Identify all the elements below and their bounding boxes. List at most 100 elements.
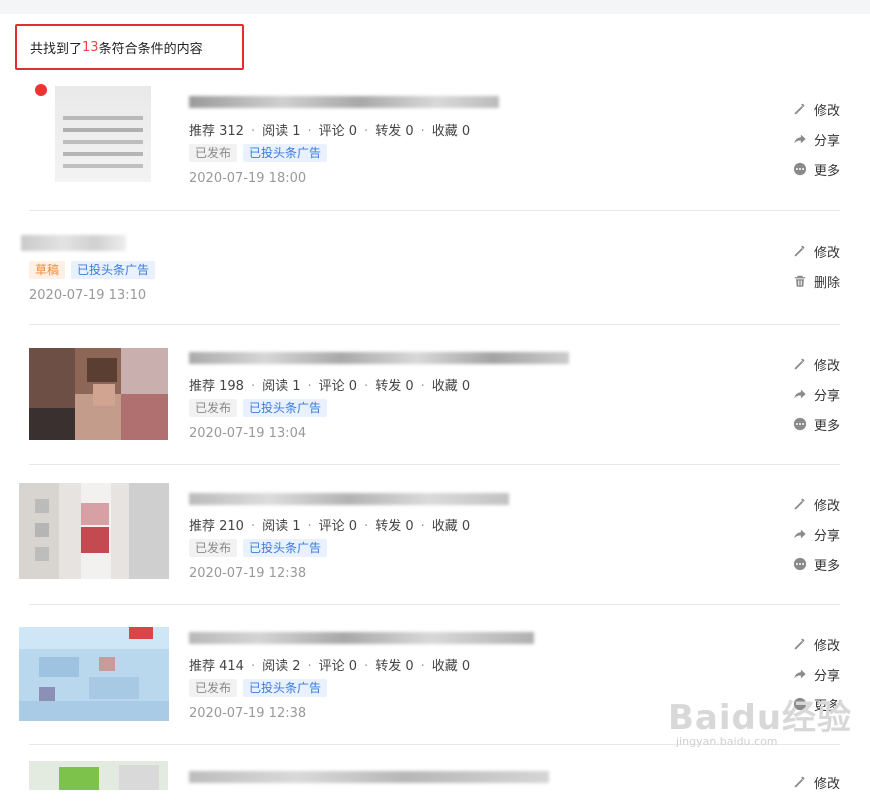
stat-share: 转发 0: [375, 659, 414, 674]
article-thumbnail[interactable]: [19, 627, 169, 721]
stat-comment: 评论 0: [318, 379, 358, 394]
edit-button[interactable]: 修改: [793, 354, 840, 374]
pencil-icon: [793, 244, 807, 258]
top-bar: [0, 0, 870, 14]
more-dots-icon: [793, 557, 807, 571]
stat-recommend: 推荐 210: [189, 519, 244, 534]
article-title-blurred[interactable]: [189, 771, 549, 783]
article-stats: 推荐 210 · 阅读 1 · 评论 0 · 转发 0 · 收藏 0: [189, 519, 471, 534]
stat-fav: 收藏 0: [431, 519, 471, 534]
delete-label: 删除: [814, 275, 841, 291]
article-item: 草稿 已投头条广告 2020-07-19 13:10 修改 删除: [21, 211, 840, 324]
status-badge-published: 已发布: [189, 399, 238, 417]
share-arrow-icon: [793, 132, 807, 146]
status-badge-draft: 草稿: [29, 261, 66, 279]
status-badge-ad: 已投头条广告: [71, 261, 156, 279]
stat-read: 阅读 1: [262, 519, 301, 534]
share-label: 分享: [814, 668, 841, 684]
stat-recommend: 推荐 312: [189, 124, 244, 139]
edit-button[interactable]: 修改: [793, 634, 840, 654]
edit-label: 修改: [814, 103, 841, 119]
result-count: 13: [82, 39, 99, 55]
red-badge: [35, 84, 47, 96]
more-button[interactable]: 更多: [793, 554, 840, 574]
stat-share: 转发 0: [375, 124, 414, 139]
delete-button[interactable]: 删除: [793, 271, 840, 291]
stat-recommend: 推荐 198: [189, 379, 244, 394]
article-stats: 推荐 312 · 阅读 1 · 评论 0 · 转发 0 · 收藏 0: [189, 124, 471, 139]
article-thumbnail[interactable]: [19, 483, 169, 579]
stat-read: 阅读 2: [262, 659, 301, 674]
stat-comment: 评论 0: [318, 659, 358, 674]
more-button[interactable]: 更多: [793, 414, 840, 434]
pencil-icon: [793, 637, 807, 651]
article-item: 推荐 210 · 阅读 1 · 评论 0 · 转发 0 · 收藏 0 已发布 已投头条广告 20…: [19, 465, 840, 605]
share-button[interactable]: 分享: [793, 664, 840, 684]
stat-comment: 评论 0: [318, 519, 358, 534]
article-title-blurred[interactable]: [189, 632, 534, 644]
status-badge-published: 已发布: [189, 539, 238, 557]
share-label: 分享: [814, 133, 841, 149]
more-label: 更多: [814, 558, 841, 574]
edit-label: 修改: [814, 776, 841, 792]
stat-read: 阅读 1: [262, 379, 301, 394]
status-badge-published: 已发布: [189, 679, 238, 697]
article-item: 推荐 312 · 阅读 1 · 评论 0 · 转发 0 · 收藏 0 已发布 已投头条广告 20…: [29, 82, 840, 210]
article-title-blurred[interactable]: [189, 352, 569, 364]
edit-button[interactable]: 修改: [793, 494, 840, 514]
article-thumbnail[interactable]: [55, 86, 151, 182]
stat-read: 阅读 1: [262, 124, 301, 139]
share-arrow-icon: [793, 527, 807, 541]
edit-button[interactable]: 修改: [793, 241, 840, 261]
baidu-jingyan-watermark: Baidu经验 jingyan.baidu.com: [668, 690, 852, 748]
edit-label: 修改: [814, 638, 841, 654]
edit-button[interactable]: 修改: [793, 772, 840, 792]
share-arrow-icon: [793, 667, 807, 681]
status-badge-ad: 已投头条广告: [243, 679, 328, 697]
publish-time: 2020-07-19 13:10: [29, 288, 147, 303]
article-title-blurred[interactable]: [189, 96, 499, 108]
more-dots-icon: [793, 417, 807, 431]
stat-share: 转发 0: [375, 379, 414, 394]
more-button[interactable]: 更多: [793, 159, 840, 179]
share-button[interactable]: 分享: [793, 384, 840, 404]
result-prefix: 共找到了: [30, 41, 83, 57]
edit-label: 修改: [814, 498, 841, 514]
publish-time: 2020-07-19 12:38: [189, 706, 307, 721]
search-result-summary: 共找到了 13 条符合条件的内容: [15, 24, 244, 70]
stat-comment: 评论 0: [318, 124, 358, 139]
article-title-blurred[interactable]: [189, 493, 509, 505]
watermark-brand: Baidu经验: [668, 698, 853, 738]
stat-recommend: 推荐 414: [189, 659, 244, 674]
more-dots-icon: [793, 162, 807, 176]
publish-time: 2020-07-19 18:00: [189, 171, 307, 186]
share-button[interactable]: 分享: [793, 524, 840, 544]
article-title-blurred[interactable]: [21, 235, 126, 251]
article-thumbnail[interactable]: [29, 348, 168, 440]
article-item: 推荐 198 · 阅读 1 · 评论 0 · 转发 0 · 收藏 0 已发布 已投头条广告 20…: [29, 325, 840, 465]
share-arrow-icon: [793, 387, 807, 401]
status-badge-ad: 已投头条广告: [243, 539, 328, 557]
article-stats: 推荐 198 · 阅读 1 · 评论 0 · 转发 0 · 收藏 0: [189, 379, 471, 394]
status-badge-published: 已发布: [189, 144, 238, 162]
more-label: 更多: [814, 418, 841, 434]
publish-time: 2020-07-19 12:38: [189, 566, 307, 581]
edit-button[interactable]: 修改: [793, 99, 840, 119]
stat-fav: 收藏 0: [431, 379, 471, 394]
share-button[interactable]: 分享: [793, 129, 840, 149]
edit-label: 修改: [814, 245, 841, 261]
article-stats: 推荐 414 · 阅读 2 · 评论 0 · 转发 0 · 收藏 0: [189, 659, 471, 674]
publish-time: 2020-07-19 13:04: [189, 426, 307, 441]
pencil-icon: [793, 497, 807, 511]
pencil-icon: [793, 102, 807, 116]
share-label: 分享: [814, 388, 841, 404]
result-suffix: 条符合条件的内容: [98, 41, 203, 57]
share-label: 分享: [814, 528, 841, 544]
pencil-icon: [793, 357, 807, 371]
pencil-icon: [793, 775, 807, 789]
article-thumbnail[interactable]: [29, 761, 168, 790]
edit-label: 修改: [814, 358, 841, 374]
status-badge-ad: 已投头条广告: [243, 399, 328, 417]
status-badge-ad: 已投头条广告: [243, 144, 328, 162]
stat-fav: 收藏 0: [431, 659, 471, 674]
